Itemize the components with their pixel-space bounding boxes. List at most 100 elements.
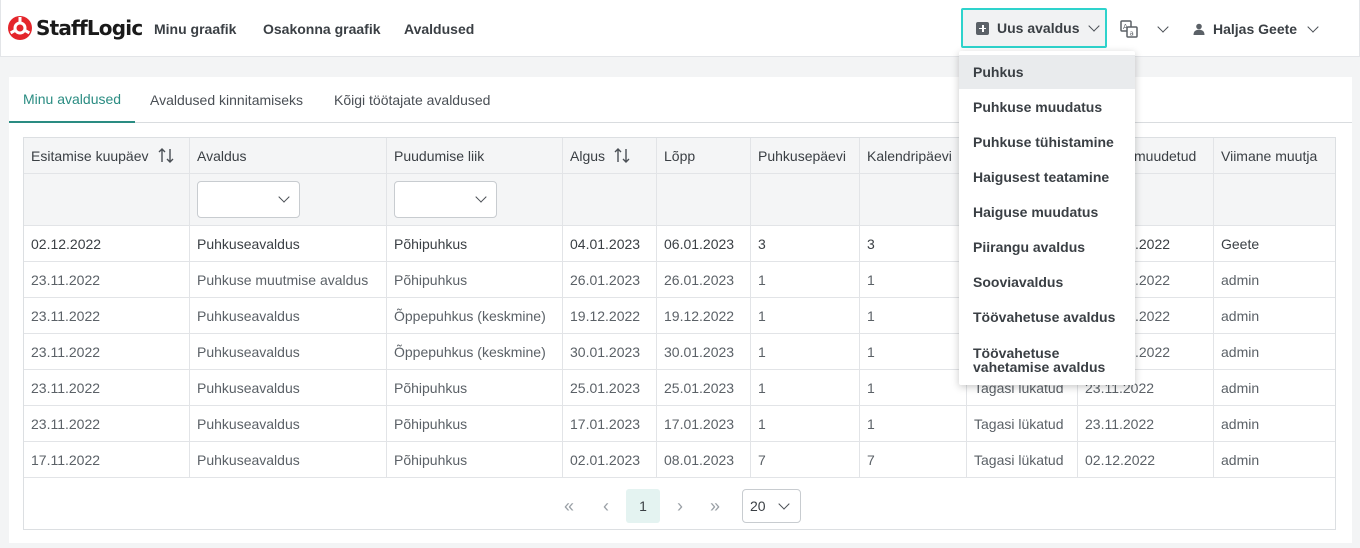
- cell-avaldus: Puhkuseavaldus: [190, 334, 387, 369]
- next-page-button[interactable]: ›: [670, 489, 690, 523]
- nav-item-avaldused[interactable]: Avaldused: [404, 0, 474, 57]
- menu-item-puhkuse-tühistamine[interactable]: Puhkuse tühistamine: [959, 125, 1135, 159]
- last-page-button[interactable]: »: [705, 489, 725, 523]
- cell-kalendripaevi: 1: [860, 262, 967, 297]
- column-header-puudumise-liik[interactable]: Puudumise liik: [387, 138, 563, 173]
- cell-algus: 02.01.2023: [563, 442, 657, 477]
- cell-puudumise-liik: Õppepuhkus (keskmine): [387, 334, 563, 369]
- cell-esitamise-kuupaev: 23.11.2022: [24, 298, 190, 333]
- table-row[interactable]: 23.11.2022 Puhkuseavaldus Õppepuhkus (kesk…: [24, 334, 1335, 370]
- table-row[interactable]: 23.11.2022 Puhkuseavaldus Põhipuhkus 25.01.…: [24, 370, 1335, 406]
- cell-kalendripaevi: 3: [860, 226, 967, 261]
- chevron-down-icon: [1157, 21, 1169, 33]
- sort-icon[interactable]: [614, 148, 630, 163]
- menu-item-label-line1: Töövahetuse: [973, 345, 1060, 361]
- cell-puhkusepaevi: 1: [751, 370, 860, 405]
- cell-puhkusepaevi: 3: [751, 226, 860, 261]
- new-application-menu: Puhkus Puhkuse muudatus Puhkuse tühistamin…: [959, 51, 1135, 385]
- page-1-button[interactable]: 1: [626, 489, 660, 523]
- filter-cell: [751, 174, 860, 225]
- tab-bar: Minu avaldused Avaldused kinnitamiseks K…: [9, 77, 1352, 123]
- tab-minu-avaldused[interactable]: Minu avaldused: [9, 77, 136, 123]
- page-size-select[interactable]: 20: [742, 489, 801, 523]
- table-row[interactable]: 23.11.2022 Puhkuseavaldus Õppepuhkus (kesk…: [24, 298, 1335, 334]
- tab-label: Kõigi töötajate avaldused: [334, 92, 491, 108]
- menu-item-sooviavaldus[interactable]: Sooviavaldus: [959, 265, 1135, 299]
- table-header-row: Esitamise kuupäev Avaldus Puudumise liik…: [24, 138, 1335, 174]
- menu-item-töövahetuse-avaldus[interactable]: Töövahetuse avaldus: [959, 300, 1135, 334]
- cell-puhkusepaevi: 1: [751, 406, 860, 441]
- column-label: Algus: [570, 147, 606, 164]
- chevron-down-icon: [475, 191, 487, 203]
- cell-lopp: 08.01.2023: [657, 442, 751, 477]
- cell-algus: 04.01.2023: [563, 226, 657, 261]
- cell-algus: 30.01.2023: [563, 334, 657, 369]
- column-header-kalendripaevi[interactable]: Kalendripäevi: [860, 138, 967, 173]
- menu-item-puhkuse-muudatus[interactable]: Puhkuse muudatus: [959, 90, 1135, 124]
- menu-item-puhkus[interactable]: Puhkus: [959, 55, 1135, 89]
- cell-lopp: 25.01.2023: [657, 370, 751, 405]
- cell-esitamise-kuupaev: 23.11.2022: [24, 370, 190, 405]
- table-row[interactable]: 02.12.2022 Puhkuseavaldus Põhipuhkus 04.01.…: [24, 226, 1335, 262]
- cell-viimane-muutja: admin: [1221, 307, 1260, 324]
- column-label: Viimane muutja: [1221, 147, 1318, 164]
- column-header-algus[interactable]: Algus: [563, 138, 657, 173]
- avaldus-filter-select[interactable]: [197, 181, 300, 218]
- column-label: muudetud: [1134, 147, 1197, 164]
- nav-label: Avaldused: [404, 20, 475, 37]
- cell-puudumise-liik: Õppepuhkus (keskmine): [387, 298, 563, 333]
- table-row[interactable]: 23.11.2022 Puhkuseavaldus Põhipuhkus 17.01.…: [24, 406, 1335, 442]
- cell-lopp: 06.01.2023: [657, 226, 751, 261]
- cell-kalendripaevi: 1: [860, 406, 967, 441]
- filter-cell: [657, 174, 751, 225]
- menu-item-haiguse-muudatus[interactable]: Haiguse muudatus: [959, 195, 1135, 229]
- cell-viimane-muutja: admin: [1221, 379, 1260, 396]
- filter-cell: [563, 174, 657, 225]
- nav-label: Osakonna graafik: [263, 20, 381, 37]
- cell-avaldus: Puhkuseavaldus: [190, 406, 387, 441]
- column-header-esitamise-kuupaev[interactable]: Esitamise kuupäev: [24, 138, 190, 173]
- chevron-down-icon: [778, 498, 790, 510]
- menu-item-piirangu-avaldus[interactable]: Piirangu avaldus: [959, 230, 1135, 264]
- chevron-down-icon: [1307, 20, 1319, 33]
- cell-lopp: 30.01.2023: [657, 334, 751, 369]
- new-application-button[interactable]: Uus avaldus: [961, 8, 1107, 48]
- person-icon: [1193, 23, 1205, 35]
- sort-icon[interactable]: [158, 148, 174, 163]
- cell-puudumise-liik: Põhipuhkus: [387, 406, 563, 441]
- nav-item-osakonna-graafik[interactable]: Osakonna graafik: [263, 0, 381, 57]
- translate-icon: A a: [1120, 20, 1138, 38]
- column-label: Kalendripäevi: [867, 147, 952, 164]
- column-header-avaldus[interactable]: Avaldus: [190, 138, 387, 173]
- column-label: Puudumise liik: [394, 147, 485, 164]
- cell-esitamise-kuupaev: 02.12.2022: [24, 226, 190, 261]
- column-header-lopp[interactable]: Lõpp: [657, 138, 751, 173]
- tab-avaldused-kinnitamiseks[interactable]: Avaldused kinnitamiseks: [150, 77, 303, 123]
- stafflogic-logo[interactable]: StaffLogic: [7, 13, 143, 43]
- language-switcher[interactable]: A a: [1120, 20, 1169, 38]
- cell-viimane-muutja: admin: [1221, 415, 1260, 432]
- svg-text:A: A: [1123, 23, 1128, 31]
- puudumise-liik-filter-select[interactable]: [394, 181, 497, 218]
- cell-avaldus: Puhkuse muutmise avaldus: [190, 262, 387, 297]
- cell-puhkusepaevi: 1: [751, 262, 860, 297]
- cell-esitamise-kuupaev: 23.11.2022: [24, 262, 190, 297]
- cell-viimane-muutja: Geete: [1221, 235, 1260, 252]
- prev-page-button[interactable]: ‹: [596, 489, 616, 523]
- cell-puudumise-liik: Põhipuhkus: [387, 442, 563, 477]
- first-page-button[interactable]: «: [559, 489, 579, 523]
- column-header-viimane-muutja[interactable]: Viimane muutja: [1214, 138, 1335, 173]
- user-menu[interactable]: Haljas Geete: [1193, 0, 1319, 57]
- tab-label: Avaldused kinnitamiseks: [150, 92, 304, 108]
- table-row[interactable]: 23.11.2022 Puhkuse muutmise avaldus Põhipu…: [24, 262, 1335, 298]
- menu-item-haigusest-teatamine[interactable]: Haigusest teatamine: [959, 160, 1135, 194]
- cell-staatus: Tagasi lükatud: [967, 442, 1078, 477]
- nav-item-minu-graafik[interactable]: Minu graafik: [154, 0, 236, 57]
- menu-item-toovahetuse-vahetamise-avaldus[interactable]: Töövahetuse vahetamise avaldus: [959, 335, 1135, 385]
- tab-koigi-tootajate-avaldused[interactable]: Kõigi töötajate avaldused: [334, 77, 490, 123]
- table-row[interactable]: 17.11.2022 Puhkuseavaldus Põhipuhkus 02.01.…: [24, 442, 1335, 478]
- column-label: Puhkusepäevi: [758, 147, 846, 164]
- column-header-puhkusepaevi[interactable]: Puhkusepäevi: [751, 138, 860, 173]
- filter-cell: [24, 174, 190, 225]
- applications-table: Esitamise kuupäev Avaldus Puudumise liik…: [23, 137, 1336, 530]
